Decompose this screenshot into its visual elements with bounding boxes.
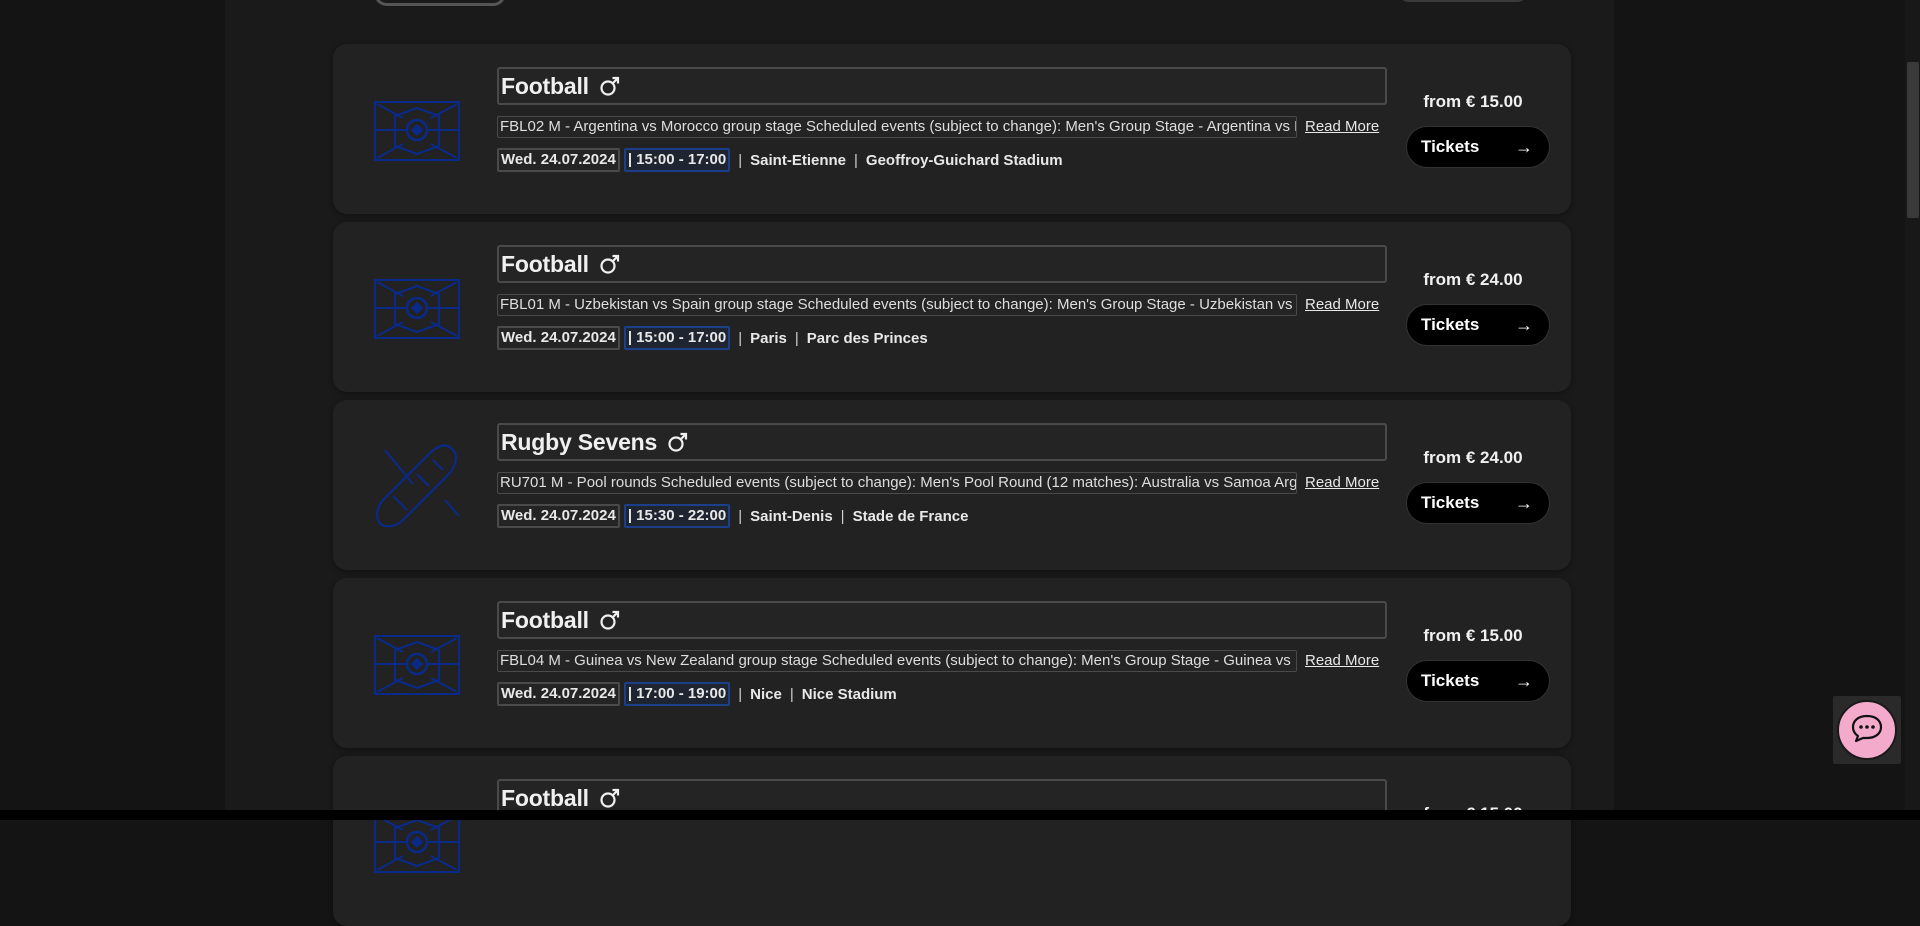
event-sport-title: Football <box>501 784 589 811</box>
tickets-button-label: Tickets <box>1421 493 1480 512</box>
separator: | <box>794 329 799 347</box>
event-time: | 17:00 - 19:00 <box>623 682 731 706</box>
event-date: Wed. 24.07.2024 <box>497 504 620 528</box>
event-card: Football | | from € 15.00 → <box>333 756 1571 926</box>
filter-pill-partial[interactable] <box>374 0 506 6</box>
event-title-box[interactable]: Football <box>497 67 1387 105</box>
event-sport-title: Football <box>501 250 589 277</box>
event-meta: Wed. 24.07.2024 | 15:30 - 22:00 | Saint-… <box>497 504 968 528</box>
tickets-button[interactable]: Tickets → <box>1406 660 1550 702</box>
separator: | <box>840 507 845 525</box>
event-city: Saint-Etienne <box>750 151 847 169</box>
separator: | <box>789 685 794 703</box>
read-more-link[interactable]: Read More <box>1305 474 1379 491</box>
previous-tickets-button-partial[interactable] <box>1398 0 1528 2</box>
male-icon <box>667 431 689 453</box>
tickets-button-label: Tickets <box>1421 137 1480 156</box>
event-card: Football FBL01 M - Uzbekistan vs Spain g… <box>333 222 1571 392</box>
chat-bubble-icon <box>1850 713 1884 748</box>
event-sport-title: Rugby Sevens <box>501 428 658 455</box>
arrow-right-icon: → <box>1515 136 1533 157</box>
read-more-link[interactable]: Read More <box>1305 296 1379 313</box>
male-icon <box>599 609 621 631</box>
event-description: FBL01 M - Uzbekistan vs Spain group stag… <box>497 294 1297 316</box>
male-icon <box>599 253 621 275</box>
event-time: | 15:00 - 17:00 <box>623 148 731 172</box>
arrow-right-icon: → <box>1515 492 1533 513</box>
arrow-right-icon: → <box>1515 670 1533 691</box>
separator: | <box>738 685 743 703</box>
bottom-bar <box>0 810 1920 820</box>
male-icon <box>599 787 621 809</box>
event-description: FBL02 M - Argentina vs Morocco group sta… <box>497 116 1297 138</box>
event-venue: Nice Stadium <box>801 685 897 703</box>
tickets-button-label: Tickets <box>1421 315 1480 334</box>
event-meta: Wed. 24.07.2024 | 15:00 - 17:00 | Paris … <box>497 326 928 350</box>
event-card: Football FBL02 M - Argentina vs Morocco … <box>333 44 1571 214</box>
football-pictogram <box>373 630 461 700</box>
scrollbar-thumb[interactable] <box>1907 62 1919 218</box>
event-price: from € 24.00 <box>1423 270 1523 289</box>
separator: | <box>738 507 743 525</box>
event-description: FBL04 M - Guinea vs New Zealand group st… <box>497 650 1297 672</box>
event-date: Wed. 24.07.2024 <box>497 682 620 706</box>
event-price: from € 15.00 <box>1423 626 1523 645</box>
event-city: Saint-Denis <box>750 507 833 525</box>
event-title-box[interactable]: Football <box>497 601 1387 639</box>
separator: | <box>738 329 743 347</box>
arrow-right-icon: → <box>1515 314 1533 335</box>
event-city: Nice <box>750 685 782 703</box>
event-meta: Wed. 24.07.2024 | 15:00 - 17:00 | Saint-… <box>497 148 1063 172</box>
tickets-button-label: Tickets <box>1421 671 1480 690</box>
event-sport-title: Football <box>501 606 589 633</box>
tickets-button[interactable]: Tickets → <box>1406 482 1550 524</box>
chat-widget <box>1833 696 1901 764</box>
event-meta: Wed. 24.07.2024 | 17:00 - 19:00 | Nice |… <box>497 682 897 706</box>
event-time: | 15:00 - 17:00 <box>623 326 731 350</box>
event-card: Rugby Sevens RU701 M - Pool rounds Sched… <box>333 400 1571 570</box>
football-pictogram <box>373 274 461 344</box>
event-sport-title: Football <box>501 72 589 99</box>
read-more-link[interactable]: Read More <box>1305 118 1379 135</box>
event-city: Paris <box>750 329 787 347</box>
chat-button[interactable] <box>1837 700 1897 760</box>
event-date: Wed. 24.07.2024 <box>497 326 620 350</box>
event-card: Football FBL04 M - Guinea vs New Zealand… <box>333 578 1571 748</box>
male-icon <box>599 75 621 97</box>
event-date: Wed. 24.07.2024 <box>497 148 620 172</box>
event-venue: Geoffroy-Guichard Stadium <box>865 151 1063 169</box>
event-description: RU701 M - Pool rounds Scheduled events (… <box>497 472 1297 494</box>
event-price: from € 15.00 <box>1423 92 1523 111</box>
event-price: from € 24.00 <box>1423 448 1523 467</box>
event-title-box[interactable]: Football <box>497 245 1387 283</box>
event-title-box[interactable]: Rugby Sevens <box>497 423 1387 461</box>
rugby-pictogram <box>373 444 461 528</box>
event-venue: Stade de France <box>852 507 969 525</box>
event-venue: Parc des Princes <box>806 329 928 347</box>
event-time: | 15:30 - 22:00 <box>623 504 731 528</box>
read-more-link[interactable]: Read More <box>1305 652 1379 669</box>
separator: | <box>854 151 858 169</box>
tickets-button[interactable]: Tickets → <box>1406 304 1550 346</box>
football-pictogram <box>373 96 461 166</box>
tickets-button[interactable]: Tickets → <box>1406 126 1550 168</box>
separator: | <box>738 151 743 169</box>
